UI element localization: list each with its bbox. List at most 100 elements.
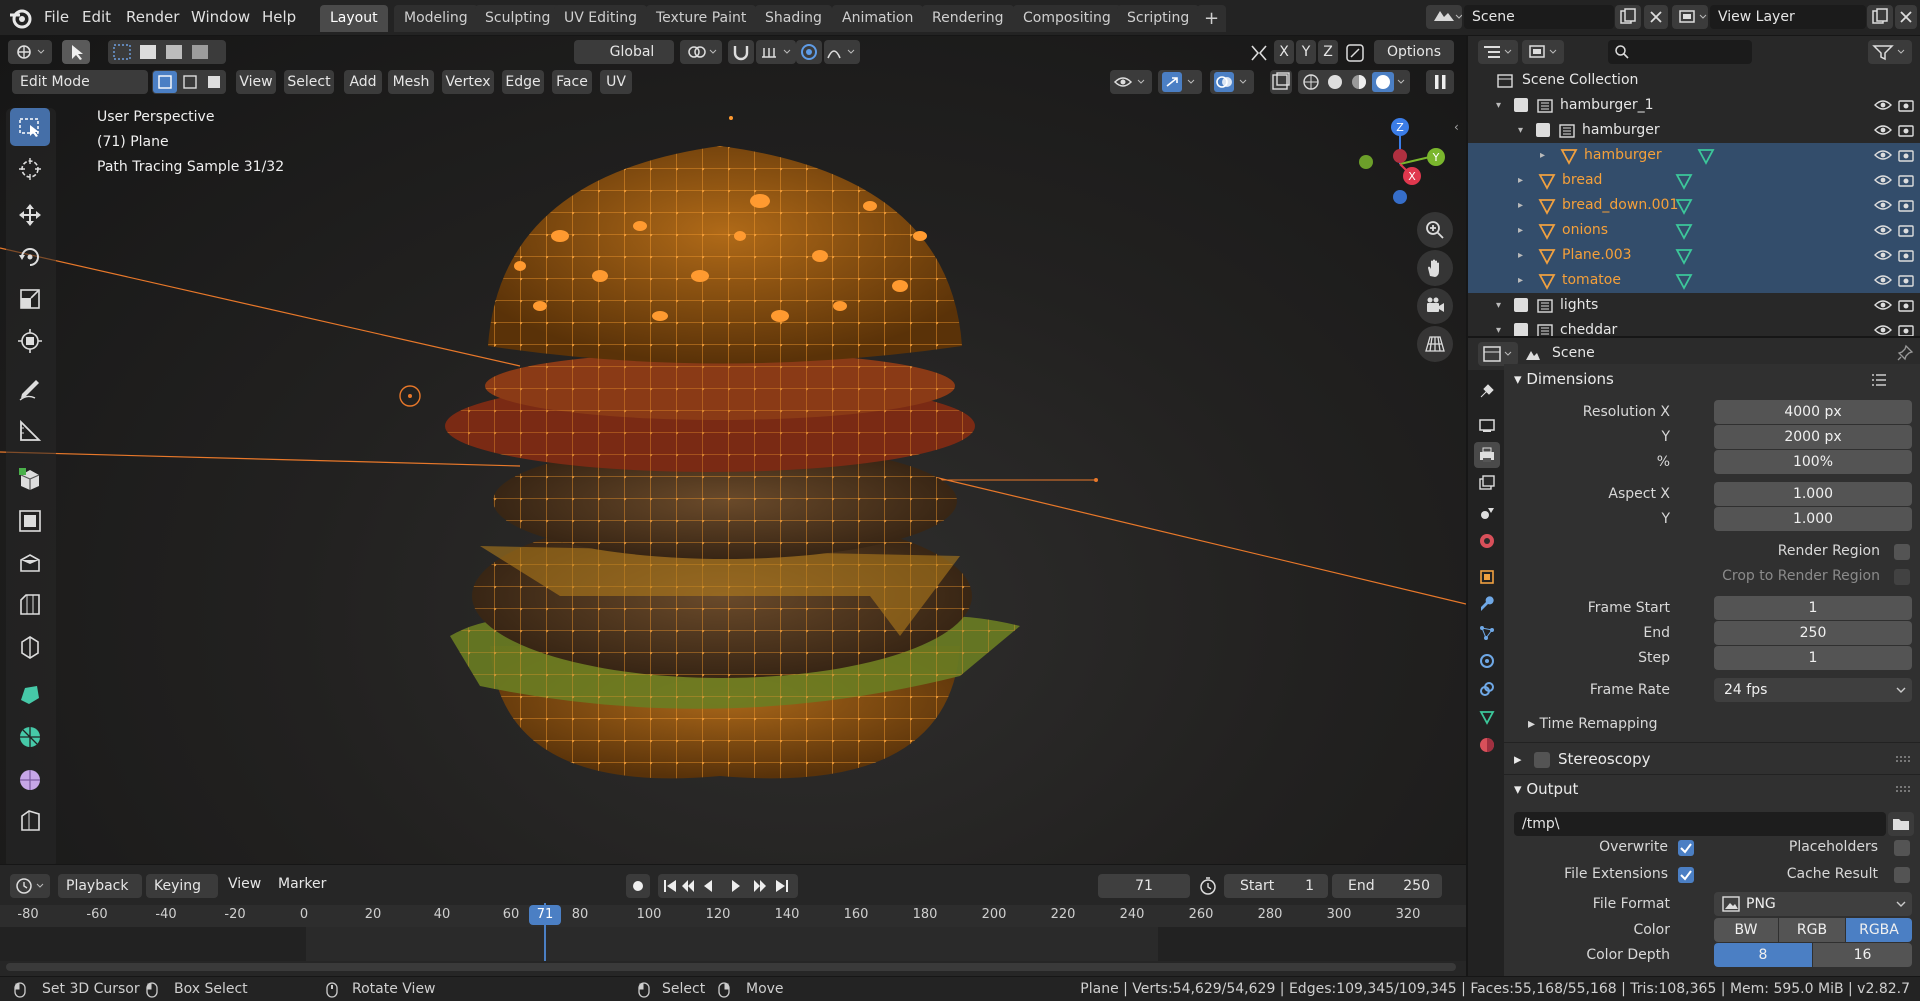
inset-tool[interactable]	[10, 544, 50, 582]
frame-start-field[interactable]: 1	[1714, 596, 1912, 620]
pin-icon[interactable]	[1896, 344, 1914, 362]
eye-icon[interactable]	[1874, 248, 1892, 262]
transform-orientation-dropdown[interactable]: Global	[574, 40, 674, 64]
tab-shading[interactable]: Shading	[755, 5, 832, 32]
annotate-tool[interactable]	[10, 370, 50, 408]
constraints-tab[interactable]	[1474, 676, 1500, 702]
view-layer-name-field[interactable]: View Layer	[1710, 5, 1866, 29]
menu-file[interactable]: File	[44, 0, 69, 36]
output-path-input[interactable]: /tmp\	[1514, 812, 1886, 836]
menu-view[interactable]: View	[236, 70, 276, 94]
poly-build-tool[interactable]	[10, 676, 50, 714]
frame-step-field[interactable]: 1	[1714, 646, 1912, 670]
mesh-data-icon[interactable]	[1674, 246, 1694, 266]
data-tab[interactable]	[1474, 704, 1500, 730]
menu-uv[interactable]: UV	[600, 70, 632, 94]
pause-render-button[interactable]	[1426, 70, 1454, 94]
stereoscopy-panel-header[interactable]: ▸	[1514, 750, 1522, 768]
object-tab[interactable]	[1474, 564, 1500, 590]
extrude-tool[interactable]	[10, 502, 50, 540]
browse-folder-button[interactable]	[1888, 812, 1914, 836]
frame-end-field[interactable]: 250	[1714, 621, 1912, 645]
move-tool[interactable]	[10, 196, 50, 234]
visibility-dropdown[interactable]	[1110, 70, 1152, 94]
aspect-x-field[interactable]: 1.000	[1714, 482, 1912, 506]
playback-controls[interactable]	[658, 874, 798, 898]
mesh-select-mode-group[interactable]	[152, 70, 226, 94]
outliner-row[interactable]: ▾ hamburger	[1468, 118, 1920, 143]
tab-modeling[interactable]: Modeling	[394, 5, 478, 32]
eye-icon[interactable]	[1874, 223, 1892, 237]
time-remapping-subpanel[interactable]: ▸ Time Remapping	[1528, 716, 1658, 732]
auto-merge-icon[interactable]	[1344, 42, 1366, 64]
new-view-layer-button[interactable]	[1867, 5, 1893, 29]
material-tab[interactable]	[1474, 732, 1500, 758]
timeline-scrollbar[interactable]	[6, 963, 1456, 971]
outliner-row[interactable]: ▾ lights	[1468, 293, 1920, 318]
expand-arrow-icon[interactable]: ▾	[1496, 93, 1501, 118]
dimensions-panel-header[interactable]: ▾ Dimensions	[1514, 370, 1614, 388]
outliner-filter-button[interactable]	[1868, 40, 1912, 64]
tab-compositing[interactable]: Compositing	[1013, 5, 1121, 32]
scene-tab[interactable]	[1474, 500, 1500, 526]
tab-sculpting[interactable]: Sculpting	[475, 5, 561, 32]
color-rgba-button[interactable]: RGBA	[1846, 918, 1912, 942]
eye-icon[interactable]	[1874, 323, 1892, 337]
mesh-data-icon[interactable]	[1674, 271, 1694, 291]
menu-select[interactable]: Select	[284, 70, 334, 94]
mirror-z-toggle[interactable]: Z	[1318, 40, 1338, 64]
loop-cut-tool[interactable]	[10, 628, 50, 666]
select-box-tool[interactable]	[10, 108, 50, 146]
tool-tab[interactable]	[1474, 378, 1500, 404]
camera-view-button[interactable]	[1417, 288, 1453, 324]
cursor-tool[interactable]	[10, 150, 50, 188]
eye-icon[interactable]	[1874, 173, 1892, 187]
transform-tool[interactable]	[10, 322, 50, 360]
measure-tool[interactable]	[10, 412, 50, 450]
eye-icon[interactable]	[1874, 298, 1892, 312]
expand-arrow-icon[interactable]: ▸	[1518, 268, 1523, 293]
file-format-dropdown[interactable]: PNG	[1714, 892, 1912, 916]
menu-help[interactable]: Help	[262, 0, 296, 36]
delete-view-layer-button[interactable]	[1895, 5, 1917, 29]
smooth-tool[interactable]	[10, 760, 50, 798]
menu-edit[interactable]: Edit	[82, 0, 111, 36]
frame-rate-dropdown[interactable]: 24 fps	[1714, 678, 1912, 702]
editor-type-button[interactable]	[8, 40, 52, 64]
scene-collection-row[interactable]: Scene Collection	[1468, 68, 1920, 93]
include-checkbox[interactable]	[1514, 298, 1528, 312]
add-workspace-button[interactable]: +	[1197, 5, 1227, 32]
xray-toggle[interactable]	[1270, 70, 1292, 94]
mesh-data-icon[interactable]	[1674, 171, 1694, 191]
mesh-data-icon[interactable]	[1696, 146, 1716, 166]
menu-face[interactable]: Face	[552, 70, 592, 94]
display-mode-dropdown[interactable]	[1522, 40, 1564, 64]
pivot-dropdown[interactable]	[680, 40, 722, 64]
menu-mesh[interactable]: Mesh	[388, 70, 434, 94]
drag-handle-icon[interactable]	[1896, 786, 1910, 792]
mirror-icon[interactable]	[1248, 42, 1270, 64]
color-rgb-button[interactable]: RGB	[1779, 918, 1845, 942]
gizmo-toggle[interactable]	[1158, 70, 1202, 94]
expand-arrow-icon[interactable]: ▸	[1518, 243, 1523, 268]
particles-tab[interactable]	[1474, 620, 1500, 646]
mirror-x-toggle[interactable]: X	[1274, 40, 1294, 64]
physics-tab[interactable]	[1474, 648, 1500, 674]
cache-result-checkbox[interactable]	[1894, 867, 1910, 883]
menu-vertex[interactable]: Vertex	[442, 70, 494, 94]
resolution-percent-field[interactable]: 100%	[1714, 450, 1912, 474]
tab-animation[interactable]: Animation	[832, 5, 924, 32]
delete-scene-button[interactable]	[1644, 5, 1668, 29]
drag-handle-icon[interactable]	[1896, 756, 1910, 762]
axis-navigation-gizmo[interactable]: Z Y X	[1350, 112, 1450, 212]
edge-slide-tool[interactable]	[10, 802, 50, 840]
include-checkbox[interactable]	[1514, 323, 1528, 337]
stopwatch-icon[interactable]	[1198, 876, 1218, 896]
scene-name-field[interactable]: Scene	[1464, 5, 1614, 29]
snap-target-dropdown[interactable]	[756, 40, 796, 64]
spin-tool[interactable]	[10, 718, 50, 756]
rotate-tool[interactable]	[10, 238, 50, 276]
resolution-x-field[interactable]: 4000 px	[1714, 400, 1912, 424]
color-bw-button[interactable]: BW	[1714, 918, 1778, 942]
keying-menu[interactable]: Keying	[146, 874, 218, 898]
